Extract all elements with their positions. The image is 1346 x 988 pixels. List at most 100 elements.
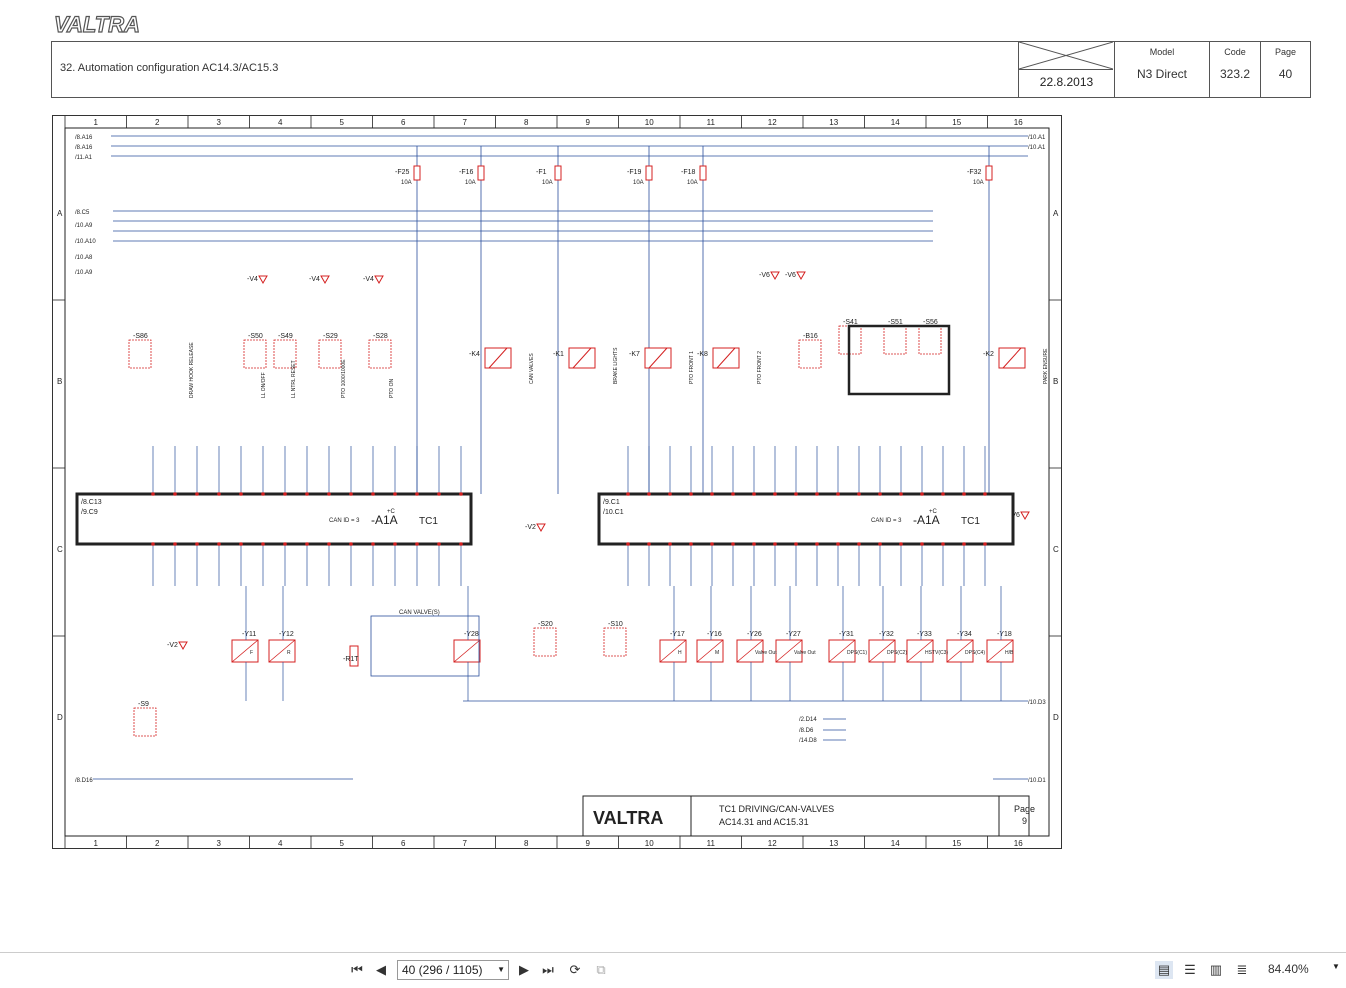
column-number: 5 <box>340 839 345 848</box>
chevron-down-icon: ▼ <box>497 965 505 974</box>
ecu-block-left <box>75 492 473 546</box>
valve-label: -Y16 <box>707 631 722 638</box>
ecu-name: -A1A <box>371 513 398 527</box>
valve-label: -Y12 <box>279 631 294 638</box>
fuse-symbol <box>554 165 562 181</box>
left-reference: /10.A9 <box>75 270 93 276</box>
relay-function: PTO FRONT 1 <box>689 351 695 384</box>
ecu-pin <box>415 542 419 546</box>
page-number-field[interactable]: 40 (296 / 1105) ▼ <box>397 960 509 980</box>
ecu-pin <box>239 542 243 546</box>
ecu-pin <box>217 542 221 546</box>
column-number: 15 <box>952 118 961 127</box>
column-number: 7 <box>463 839 468 848</box>
ecu-pin <box>371 542 375 546</box>
valve-function: DPS(C2) <box>887 650 907 656</box>
column-number: 10 <box>645 839 654 848</box>
ecu-reference: /8.C13 <box>81 499 102 506</box>
valve-function: R <box>287 650 291 656</box>
single-page-view-icon[interactable]: ▤ <box>1155 961 1173 979</box>
fuse-symbol <box>699 165 707 181</box>
page-value: 40 <box>1278 67 1293 81</box>
ecu-pin <box>305 542 309 546</box>
zoom-level[interactable]: 84.40% <box>1268 962 1309 976</box>
fuse-rating: 10A <box>973 180 984 186</box>
valve-function: F <box>250 650 253 656</box>
diode-symbol <box>258 275 268 285</box>
fuse-rating: 10A <box>465 180 476 186</box>
switch-label: -S20 <box>538 621 553 628</box>
ecu-pin <box>371 492 375 496</box>
model-cell: Model N3 Direct <box>1114 42 1209 97</box>
right-reference: /10.A1 <box>1028 135 1046 141</box>
diode-symbol <box>1020 511 1030 521</box>
switch-symbol <box>128 339 152 369</box>
ecu-pin <box>668 492 672 496</box>
zoom-chevron-down-icon[interactable]: ▼ <box>1332 962 1340 971</box>
switch-function: DRAW HOOK RELEASE <box>189 342 195 398</box>
column-number: 11 <box>707 839 716 848</box>
row-letter: C <box>1053 545 1059 554</box>
switch-symbol <box>918 325 942 355</box>
column-number: 9 <box>586 118 591 127</box>
ecu-pin <box>773 492 777 496</box>
column-number: 12 <box>768 839 777 848</box>
code-label: Code <box>1224 47 1246 57</box>
ecu-pin <box>327 492 331 496</box>
ecu-pin-plus: +C <box>387 509 396 515</box>
ecu-pin <box>217 492 221 496</box>
ecu-pin <box>195 492 199 496</box>
column-number: 12 <box>768 118 777 127</box>
rotate-icon[interactable]: ⟳ <box>566 961 584 979</box>
two-page-view-icon[interactable]: ▥ <box>1207 961 1225 979</box>
next-page-button[interactable]: ▶ <box>515 961 533 979</box>
switch-label: -S9 <box>138 701 149 708</box>
valve-label: -Y28 <box>464 631 479 638</box>
ecu-pin <box>731 542 735 546</box>
ecu-pin <box>647 492 651 496</box>
title-block-logo: VALTRA <box>593 808 663 828</box>
right-reference: /10.D3 <box>1028 700 1046 706</box>
last-page-button[interactable]: ⏭ <box>539 961 557 979</box>
continuous-view-icon[interactable]: ☰ <box>1181 961 1199 979</box>
diode-symbol <box>770 271 780 281</box>
column-number: 1 <box>94 118 99 127</box>
prev-page-button[interactable]: ◀ <box>372 961 390 979</box>
ecu-pin <box>878 492 882 496</box>
ecu-unit: TC1 <box>961 516 980 527</box>
switch-label: -S50 <box>248 333 263 340</box>
fuse-symbol <box>477 165 485 181</box>
column-number: 6 <box>401 118 406 127</box>
ecu-reference: /10.C1 <box>603 509 624 516</box>
document-title: 32. Automation configuration AC14.3/AC15… <box>60 62 279 74</box>
valtra-logo-text: VALTRA <box>54 12 140 37</box>
ecu-pin-plus: +C <box>929 509 938 515</box>
valve-label: -Y17 <box>670 631 685 638</box>
column-number: 10 <box>645 118 654 127</box>
diode-symbol <box>320 275 330 285</box>
title-block-page-label: Page <box>1014 804 1035 814</box>
diode-symbol <box>178 641 188 651</box>
fuse-label: -F18 <box>681 169 696 176</box>
switch-label: -S29 <box>323 333 338 340</box>
ecu-pin <box>983 492 987 496</box>
code-cell: Code 323.2 <box>1209 42 1260 97</box>
ecu-pin <box>836 492 840 496</box>
valve-label: -Y27 <box>786 631 801 638</box>
switch-symbol <box>533 627 557 657</box>
first-page-button[interactable]: ⏮ <box>348 961 366 979</box>
page-number-value: 40 (296 / 1105) <box>402 963 483 977</box>
title-block-line2: AC14.31 and AC15.31 <box>719 817 809 827</box>
ecu-pin <box>689 542 693 546</box>
left-reference: /10.A9 <box>75 223 93 229</box>
ecu-pin <box>415 492 419 496</box>
ecu-pin <box>899 542 903 546</box>
copy-icon[interactable]: ⧉ <box>592 961 610 979</box>
column-number: 13 <box>829 118 838 127</box>
switch-function: PTO ON <box>389 379 395 398</box>
ecu-pin <box>857 542 861 546</box>
column-number: 11 <box>707 118 716 127</box>
ecu-pin <box>815 492 819 496</box>
two-page-continuous-icon[interactable]: ≣ <box>1233 961 1251 979</box>
relay-function: PTO FRONT 2 <box>757 351 763 384</box>
